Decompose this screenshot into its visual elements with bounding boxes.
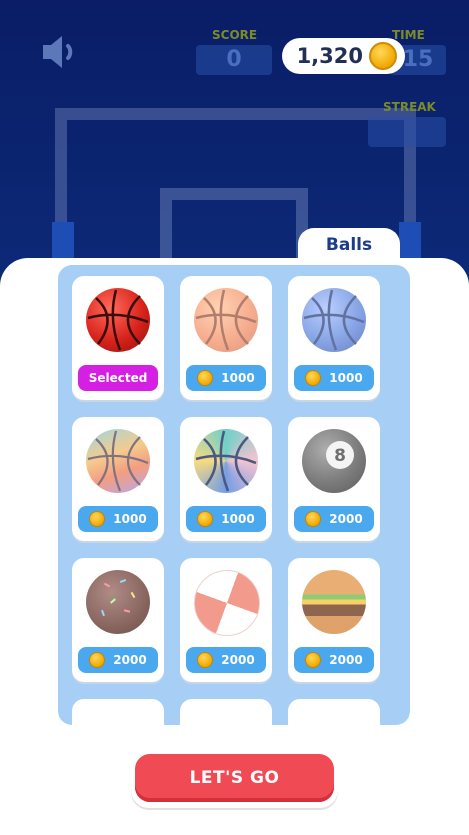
donut-ball-icon <box>86 570 150 634</box>
tab-balls[interactable]: Balls <box>298 228 400 268</box>
time-label: TIME <box>392 28 425 42</box>
price-label: 1000 <box>221 371 255 385</box>
coin-icon <box>197 652 214 668</box>
price-label: 1000 <box>329 371 363 385</box>
price-label: 2000 <box>329 653 363 667</box>
coin-icon <box>197 370 214 386</box>
price-button[interactable]: 2000 <box>78 647 158 673</box>
coin-icon <box>89 511 106 527</box>
ball-card-basketball-red[interactable]: Selected <box>72 276 164 400</box>
coin-icon <box>197 511 214 527</box>
ball-card-donut[interactable]: 2000 <box>72 558 164 682</box>
coin-icon <box>305 511 322 527</box>
ball-card-partial[interactable] <box>180 699 272 725</box>
lets-go-label: LET'S GO <box>135 754 334 802</box>
streak-label: STREAK <box>383 100 436 114</box>
price-button[interactable]: 1000 <box>294 365 374 391</box>
basketball-swirl-icon <box>194 429 258 493</box>
selected-label: Selected <box>88 371 148 385</box>
coin-icon <box>305 652 322 668</box>
price-label: 1000 <box>221 512 255 526</box>
basketball-pastel-icon <box>86 429 150 493</box>
price-button[interactable]: 1000 <box>78 506 158 532</box>
eight-ball-icon: 8 <box>302 429 366 493</box>
ball-card-basketball-pastel[interactable]: 1000 <box>72 417 164 541</box>
basketball-red-icon <box>86 288 150 352</box>
basketball-orange-icon <box>194 288 258 352</box>
streak-box <box>368 117 446 147</box>
svg-text:8: 8 <box>334 446 346 466</box>
basketball-blue-icon <box>302 288 366 352</box>
score-label: SCORE <box>212 28 258 42</box>
rim-right-bracket <box>399 222 421 262</box>
price-label: 1000 <box>113 512 147 526</box>
price-label: 2000 <box>113 653 147 667</box>
beach-ball-icon <box>194 570 260 636</box>
rim-left-bracket <box>52 222 74 262</box>
coin-icon <box>89 652 106 668</box>
ball-card-burger[interactable]: 2000 <box>288 558 380 682</box>
ball-card-partial[interactable] <box>288 699 380 725</box>
ball-card-partial[interactable] <box>72 699 164 725</box>
coin-balance-value: 1,320 <box>296 44 363 68</box>
price-label: 2000 <box>221 653 255 667</box>
price-label: 2000 <box>329 512 363 526</box>
price-button[interactable]: 2000 <box>294 647 374 673</box>
ball-card-basketball-swirl[interactable]: 1000 <box>180 417 272 541</box>
coin-icon <box>369 42 397 70</box>
ball-card-beach-ball[interactable]: 2000 <box>180 558 272 682</box>
speaker-icon <box>43 36 73 68</box>
price-button[interactable]: 1000 <box>186 506 266 532</box>
ball-card-eight-ball[interactable]: 8 2000 <box>288 417 380 541</box>
ball-card-basketball-orange[interactable]: 1000 <box>180 276 272 400</box>
ball-grid[interactable]: Selected 1000 1000 1000 1000 8 2000 2000… <box>58 265 410 725</box>
price-button[interactable]: 2000 <box>186 647 266 673</box>
burger-ball-icon <box>302 570 366 634</box>
coin-icon <box>305 370 322 386</box>
score-value: 0 <box>196 45 272 75</box>
selected-badge: Selected <box>78 365 158 391</box>
lets-go-button[interactable]: LET'S GO <box>131 750 338 808</box>
price-button[interactable]: 2000 <box>294 506 374 532</box>
coin-balance: 1,320 <box>282 38 405 74</box>
sound-toggle-button[interactable] <box>40 32 84 72</box>
ball-card-basketball-blue[interactable]: 1000 <box>288 276 380 400</box>
price-button[interactable]: 1000 <box>186 365 266 391</box>
